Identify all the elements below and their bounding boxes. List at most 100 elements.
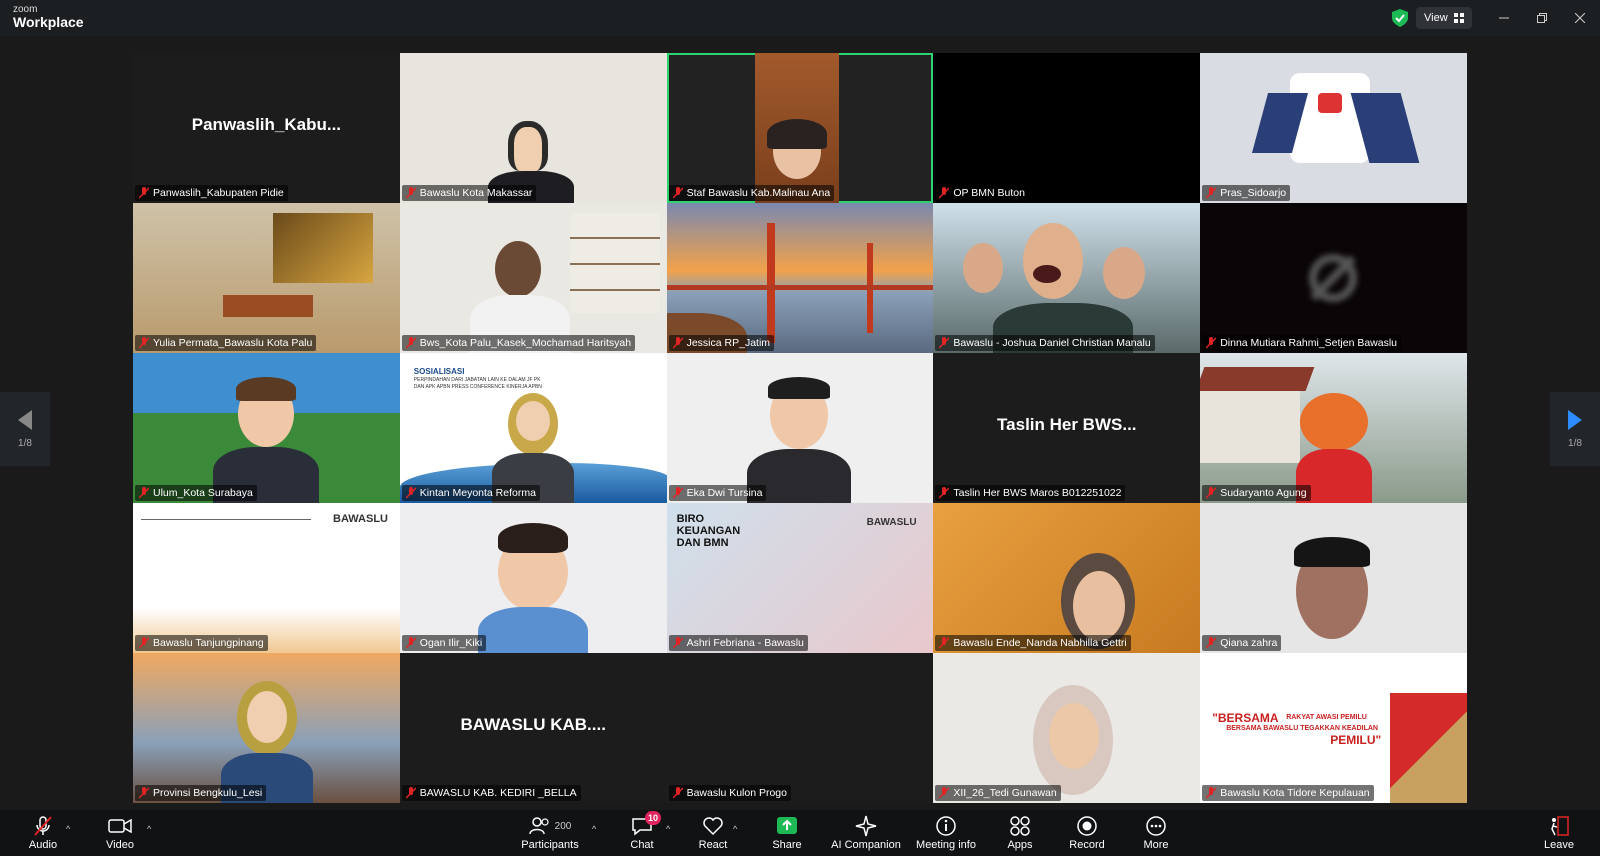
video-tile[interactable]: "BERSAMA RAKYAT AWASI PEMILU BERSAMA BAW… <box>1200 653 1467 803</box>
mic-muted-icon <box>939 487 950 499</box>
chevron-left-icon <box>18 409 32 430</box>
view-label: View <box>1424 12 1448 24</box>
react-button[interactable]: React <box>673 815 753 851</box>
share-button[interactable]: Share <box>747 815 827 851</box>
video-tile[interactable]: Provinsi Bengkulu_Lesi <box>133 653 400 803</box>
tile-name: Bws_Kota Palu_Kasek_Mochamad Haritsyah <box>401 335 636 351</box>
tile-name: OP BMN Buton <box>935 185 1029 201</box>
ai-companion-button[interactable]: AI Companion <box>826 815 906 851</box>
react-label: React <box>698 839 728 851</box>
tile-name: Bawaslu Kota Tidore Kepulauan <box>1202 785 1374 801</box>
video-tile[interactable]: Dinna Mutiara Rahmi_Setjen Bawaslu <box>1200 203 1467 353</box>
video-tile[interactable]: OP BMN Buton <box>933 53 1201 203</box>
audio-button[interactable]: Audio <box>3 815 83 851</box>
tile-big-name: Panwaslih_Kabu... <box>191 115 342 134</box>
tile-big-name: BAWASLU KAB.... <box>460 715 606 734</box>
audio-options-caret[interactable]: ^ <box>66 824 70 834</box>
video-tile-active-speaker[interactable]: Staf Bawaslu Kab.Malinau Ana <box>666 53 934 203</box>
chat-unread-badge: 10 <box>645 811 661 825</box>
grid-view-icon <box>1453 13 1464 23</box>
tile-name: Provinsi Bengkulu_Lesi <box>135 785 267 801</box>
record-label: Record <box>1069 839 1105 851</box>
tile-name: Ulum_Kota Surabaya <box>135 485 257 501</box>
mic-muted-icon <box>405 337 416 349</box>
mic-muted-icon <box>1206 337 1217 349</box>
tile-name: Panwaslih_Kabupaten Pidie <box>135 185 288 201</box>
tile-name: Bawaslu Kota Makassar <box>401 185 537 201</box>
video-tile[interactable]: SOSIALISASI PERPINDAHAN DARI JABATAN LAI… <box>399 353 667 503</box>
video-tile[interactable]: Bawaslu Ende_Nanda Nabhilla Gettri <box>933 503 1201 653</box>
heart-icon <box>703 817 723 836</box>
tile-big-name: Taslin Her BWS... <box>997 415 1137 434</box>
brand-large: Workplace <box>13 14 84 30</box>
tile-name: BAWASLU KAB. KEDIRI _BELLA <box>401 785 581 801</box>
mic-muted-icon <box>405 187 416 199</box>
mic-muted-icon <box>139 787 149 799</box>
prev-page-button[interactable]: 1/8 <box>0 392 50 466</box>
video-tile[interactable]: Qiana zahra <box>1200 503 1467 653</box>
page-indicator-left: 1/8 <box>18 437 32 449</box>
minimize-button[interactable] <box>1490 6 1518 30</box>
mic-muted-icon <box>672 187 683 199</box>
record-icon <box>1077 816 1097 836</box>
tile-name: Bawaslu Tanjungpinang <box>135 635 268 651</box>
chat-label: Chat <box>630 839 654 851</box>
close-icon <box>1575 13 1585 23</box>
meeting-info-label: Meeting info <box>916 839 976 851</box>
participants-icon <box>528 817 549 835</box>
video-tile[interactable]: Pras_Sidoarjo <box>1200 53 1467 203</box>
tile-name: Bawaslu Ende_Nanda Nabhilla Gettri <box>935 635 1131 651</box>
tile-name: Pras_Sidoarjo <box>1202 185 1291 201</box>
restore-button[interactable] <box>1528 6 1556 30</box>
video-tile[interactable]: BAWASLU Bawaslu Tanjungpinang <box>133 503 400 653</box>
react-options-caret[interactable]: ^ <box>733 824 737 834</box>
video-tile[interactable]: Panwaslih_Kabu... Panwaslih_Kabupaten Pi… <box>133 53 400 203</box>
video-tile[interactable]: Eka Dwi Tursina <box>666 353 934 503</box>
meeting-info-button[interactable]: Meeting info <box>906 815 986 851</box>
apps-icon <box>1010 816 1030 836</box>
close-button[interactable] <box>1566 6 1594 30</box>
video-tile[interactable]: BIRO KEUANGAN DAN BMN BAWASLU Ashri Febr… <box>666 503 934 653</box>
tile-name: Jessica RP_Jatim <box>668 335 775 351</box>
view-button[interactable]: View <box>1416 7 1472 29</box>
more-button[interactable]: More <box>1116 815 1196 851</box>
apps-label: Apps <box>1007 839 1033 851</box>
shield-icon[interactable] <box>1392 9 1408 27</box>
record-button[interactable]: Record <box>1047 815 1127 851</box>
video-tile[interactable]: Yulia Permata_Bawaslu Kota Palu <box>133 203 400 353</box>
slide-subtitle: PERPINDAHAN DARI JABATAN LAIN KE DALAM J… <box>413 377 542 390</box>
video-tile[interactable]: Jessica RP_Jatim <box>666 203 934 353</box>
participants-options-caret[interactable]: ^ <box>592 824 596 834</box>
participants-button[interactable]: 200 Participants <box>510 815 590 851</box>
share-label: Share <box>772 839 802 851</box>
leave-button[interactable]: Leave <box>1519 815 1599 851</box>
mic-muted-icon <box>405 787 416 799</box>
video-tile[interactable]: XII_26_Tedi Gunawan <box>933 653 1201 803</box>
chevron-right-icon <box>1568 409 1582 430</box>
video-tile[interactable]: Bws_Kota Palu_Kasek_Mochamad Haritsyah <box>399 203 667 353</box>
video-tile[interactable]: Bawaslu Kulon Progo <box>666 653 934 803</box>
video-camera-icon <box>108 818 132 834</box>
video-tile[interactable]: Ulum_Kota Surabaya <box>133 353 400 503</box>
video-tile[interactable]: BAWASLU KAB.... BAWASLU KAB. KEDIRI _BEL… <box>399 653 667 803</box>
share-screen-icon <box>777 817 797 834</box>
chat-options-caret[interactable]: ^ <box>666 824 670 834</box>
leave-label: Leave <box>1544 839 1574 851</box>
video-tile[interactable]: Taslin Her BWS... Taslin Her BWS Maros B… <box>933 353 1201 503</box>
video-tile[interactable]: Bawaslu Kota Makassar <box>399 53 667 203</box>
tile-name: Kintan Meyonta Reforma <box>401 485 540 501</box>
tile-name: Dinna Mutiara Rahmi_Setjen Bawaslu <box>1202 335 1402 351</box>
leave-door-icon <box>1551 816 1569 836</box>
mic-muted-icon <box>139 187 149 199</box>
bawaslu-logo-text: BAWASLU <box>333 513 388 525</box>
slogan-line-1: "BERSAMA <box>1212 711 1279 725</box>
video-options-caret[interactable]: ^ <box>147 824 151 834</box>
next-page-button[interactable]: 1/8 <box>1550 392 1600 466</box>
mic-muted-icon <box>139 637 149 649</box>
video-tile[interactable]: Sudaryanto Agung <box>1200 353 1467 503</box>
mic-muted-icon <box>672 337 683 349</box>
video-tile[interactable]: Ogan Ilir_Kiki <box>399 503 667 653</box>
mic-muted-icon <box>1206 187 1217 199</box>
video-tile[interactable]: Bawaslu - Joshua Daniel Christian Manalu <box>933 203 1201 353</box>
mic-muted-icon <box>939 337 950 349</box>
